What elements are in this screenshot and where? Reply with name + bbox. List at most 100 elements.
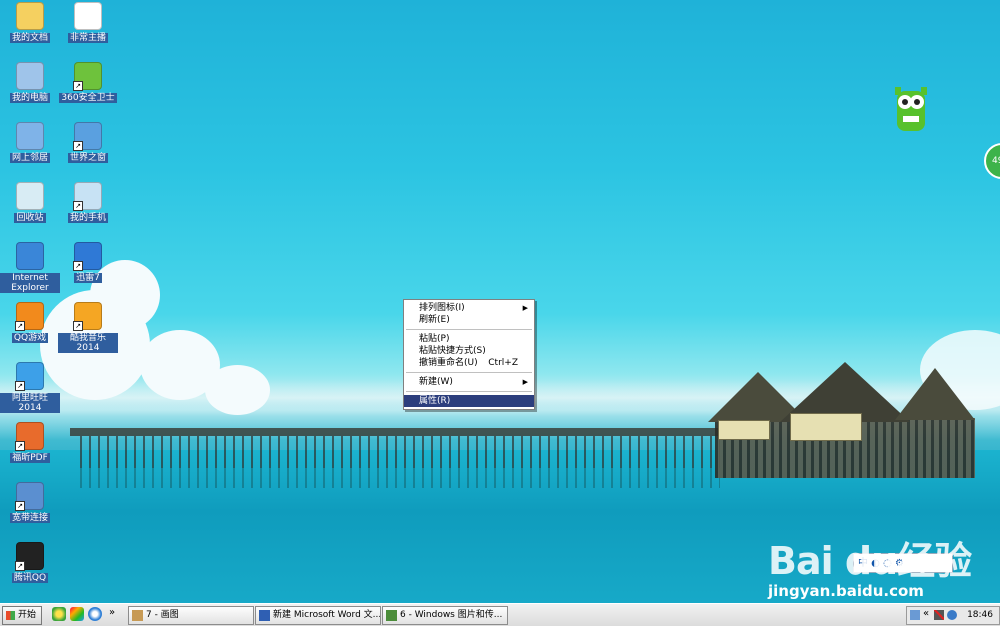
menu-item-label: 属性(R): [419, 396, 451, 406]
taskbar: 开始 » 7 - 画图 新建 Microsoft Word 文... 6 - Win…: [0, 603, 1000, 626]
context-menu-item[interactable]: 属性(R): [404, 395, 534, 407]
menu-item-label: 新建(W): [419, 377, 453, 387]
shortcut-arrow-icon: ↗: [15, 321, 25, 331]
desktop-icon-label: 我的手机: [67, 213, 108, 223]
desktop-icon-label: 我的文档: [9, 33, 50, 43]
qq-penguin-icon: ↗: [15, 542, 44, 571]
taskbar-window-label: 7 - 画图: [146, 610, 179, 620]
qq-game-icon: ↗: [15, 302, 44, 331]
desktop-icon[interactable]: ↗ 腾讯QQ: [0, 542, 60, 583]
menu-item-label: 粘贴(P): [419, 334, 450, 344]
context-menu-item[interactable]: 粘贴快捷方式(S): [404, 345, 534, 357]
word-doc-icon: [74, 2, 102, 30]
menu-separator: [406, 329, 532, 330]
desktop-icon-label: 我的电脑: [9, 93, 50, 103]
desktop-icon-label: 非常主播: [67, 33, 108, 43]
hut-wall: [718, 420, 770, 440]
taskbar-window-button[interactable]: 7 - 画图: [128, 606, 254, 625]
360-safe-icon: ↗: [73, 62, 102, 91]
security-tray-icon[interactable]: [947, 610, 957, 620]
green-mascot-icon[interactable]: [893, 85, 929, 135]
360-browser-icon[interactable]: [52, 607, 66, 621]
taskbar-window-button[interactable]: 新建 Microsoft Word 文...: [255, 606, 381, 625]
network-tray-icon[interactable]: [910, 610, 920, 620]
windows-flag-icon: [6, 611, 15, 620]
desktop-icon[interactable]: Internet Explorer: [0, 242, 60, 293]
aliwangwang-icon: ↗: [15, 362, 44, 391]
desktop-icon[interactable]: ↗ 宽带连接: [0, 482, 60, 523]
volume-muted-icon[interactable]: [934, 610, 944, 620]
shortcut-arrow-icon: ↗: [15, 381, 25, 391]
menu-item-label: 撤销重命名(U): [419, 358, 478, 368]
desktop-icon-label: 迅雷7: [74, 273, 102, 283]
start-button[interactable]: 开始: [2, 606, 42, 625]
cloud: [205, 365, 270, 415]
context-menu-item[interactable]: 粘贴(P): [404, 333, 534, 345]
taskbar-window-label: 新建 Microsoft Word 文...: [273, 610, 381, 620]
pier-deck: [70, 428, 730, 436]
menu-item-shortcut: Ctrl+Z: [488, 358, 518, 368]
desktop-icon[interactable]: ↗ 我的手机: [58, 182, 118, 223]
recycle-bin-icon: [16, 182, 44, 210]
desktop-icon[interactable]: 网上邻居: [0, 122, 60, 163]
desktop-icon-label: QQ游戏: [11, 333, 49, 343]
shortcut-arrow-icon: ↗: [73, 261, 83, 271]
desktop-icon[interactable]: ↗ 福昕PDF: [0, 422, 60, 463]
ie-icon[interactable]: [88, 607, 102, 621]
submenu-arrow-icon: ▶: [522, 304, 528, 312]
quick-launch-overflow[interactable]: »: [109, 607, 115, 618]
kuwo-music-icon: ↗: [73, 302, 102, 331]
desktop-icon-label: 腾讯QQ: [11, 573, 49, 583]
context-menu-item[interactable]: 新建(W) ▶: [404, 376, 534, 388]
submenu-arrow-icon: ▶: [522, 378, 528, 386]
desktop-icon-label: Internet Explorer: [0, 273, 60, 293]
baidu-watermark-logo: Bai du经验: [768, 539, 972, 583]
desktop-icon[interactable]: 非常主播: [58, 2, 118, 43]
desktop-icon[interactable]: ↗ 360安全卫士: [58, 62, 118, 103]
menu-item-label: 排列图标(I): [419, 303, 465, 313]
tray-overflow[interactable]: «: [923, 608, 929, 619]
network-icon: [16, 122, 44, 150]
desktop-icon-label: 网上邻居: [9, 153, 50, 163]
hut-roof: [895, 368, 975, 420]
desktop-icon-label: 360安全卫士: [59, 93, 117, 103]
media-icon[interactable]: [70, 607, 84, 621]
desktop-context-menu: 排列图标(I) ▶ 刷新(E) 粘贴(P) 粘贴快捷方式(S) 撤销重命名(U) Ctrl+…: [403, 299, 535, 410]
desktop-icon[interactable]: 回收站: [0, 182, 60, 223]
desktop-icon-label: 福昕PDF: [10, 453, 50, 463]
phone-icon: ↗: [73, 182, 102, 211]
pier-posts: [80, 436, 720, 468]
context-menu-item[interactable]: 撤销重命名(U) Ctrl+Z: [404, 357, 534, 369]
shortcut-arrow-icon: ↗: [15, 501, 25, 511]
context-menu-item[interactable]: 排列图标(I) ▶: [404, 302, 534, 314]
menu-separator: [406, 391, 532, 392]
desktop-icon[interactable]: 我的电脑: [0, 62, 60, 103]
context-menu-item[interactable]: 刷新(E): [404, 314, 534, 326]
desktop-icon[interactable]: 我的文档: [0, 2, 60, 43]
desktop-icon-label: 回收站: [14, 213, 46, 223]
desktop-icon[interactable]: ↗ 阿里旺旺2014: [0, 362, 60, 413]
my-computer-icon: [16, 62, 44, 90]
taskbar-window-button[interactable]: 6 - Windows 图片和传...: [382, 606, 508, 625]
menu-separator: [406, 372, 532, 373]
pier-reflection: [80, 468, 720, 488]
desktop-icon-label: 阿里旺旺2014: [0, 393, 60, 413]
shortcut-arrow-icon: ↗: [73, 141, 83, 151]
desktop-icon[interactable]: ↗ QQ游戏: [0, 302, 60, 343]
shortcut-arrow-icon: ↗: [15, 561, 25, 571]
clock: 18:46: [967, 610, 993, 620]
desktop-icon[interactable]: ↗ 迅雷7: [58, 242, 118, 283]
desktop-icon[interactable]: ↗ 世界之窗: [58, 122, 118, 163]
my-documents-icon: [16, 2, 44, 30]
taskbar-window-label: 6 - Windows 图片和传...: [400, 610, 503, 620]
shortcut-arrow-icon: ↗: [73, 201, 83, 211]
thunder-icon: ↗: [73, 242, 102, 271]
hut-wall: [790, 413, 862, 441]
foxit-pdf-icon: ↗: [15, 422, 44, 451]
start-label: 开始: [18, 610, 37, 620]
desktop-icon-label: 世界之窗: [67, 153, 108, 163]
desktop-icon[interactable]: ↗ 酷我音乐2014: [58, 302, 118, 353]
broadband-icon: ↗: [15, 482, 44, 511]
shortcut-arrow-icon: ↗: [73, 321, 83, 331]
ie-icon: [16, 242, 44, 270]
